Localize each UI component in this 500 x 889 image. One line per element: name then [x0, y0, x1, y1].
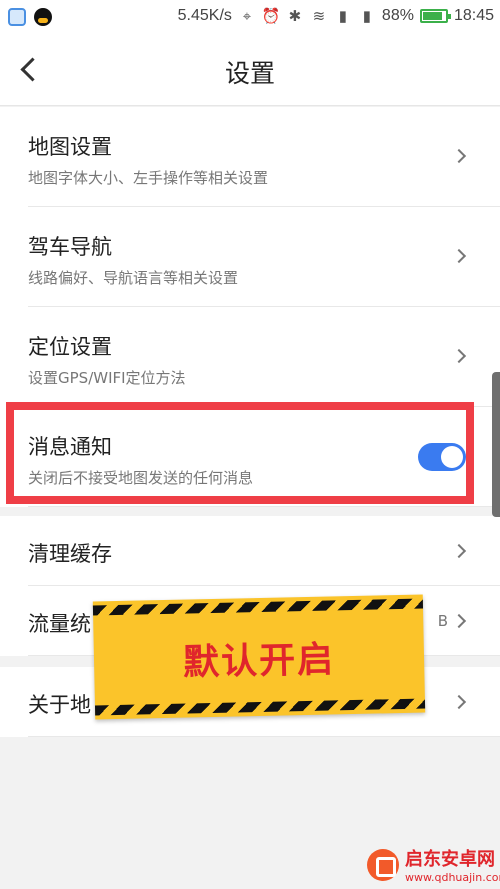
- settings-item-subtitle: 线路偏好、导航语言等相关设置: [28, 269, 239, 287]
- sticker-stripe-top: [92, 598, 424, 616]
- edge-handle[interactable]: [492, 372, 500, 517]
- chevron-right-icon: [451, 348, 467, 364]
- signal2-icon: ▮: [362, 8, 372, 25]
- status-left: [8, 8, 52, 26]
- qq-icon: [34, 8, 52, 26]
- bluetooth-icon: ✱: [288, 8, 302, 25]
- battery-icon: [419, 9, 451, 23]
- sticker-stripe-bottom: [94, 698, 426, 716]
- settings-item-subtitle: 设置GPS/WIFI定位方法: [28, 369, 186, 387]
- signal-icon: ▮: [338, 8, 348, 25]
- settings-item-title: 地图设置: [28, 135, 112, 159]
- settings-item-clear-cache[interactable]: 清理缓存: [28, 516, 500, 586]
- notification-toggle[interactable]: [418, 443, 466, 471]
- chevron-right-icon: [451, 543, 467, 559]
- app-notification-icon: [8, 8, 26, 26]
- settings-item-location[interactable]: 定位设置 设置GPS/WIFI定位方法: [28, 307, 500, 407]
- settings-item-map[interactable]: 地图设置 地图字体大小、左手操作等相关设置: [28, 107, 500, 207]
- network-speed: 5.45K/s: [177, 7, 232, 24]
- clock: 18:45: [453, 7, 494, 24]
- settings-item-subtitle: 关闭后不接受地图发送的任何消息: [28, 469, 254, 487]
- settings-item-title: 驾车导航: [28, 235, 112, 259]
- settings-item-title: 流量统: [28, 612, 91, 636]
- page-title: 设置: [224, 59, 275, 88]
- settings-item-notification: 消息通知 关闭后不接受地图发送的任何消息: [28, 407, 500, 507]
- watermark: 启东安卓网 www.qdhuajin.com: [367, 845, 500, 884]
- status-bar: 5.45K/s ⌖ ⏰ ✱ ≋ ▮ ▮ 88% 18:45: [0, 0, 500, 36]
- app-header: 设置: [0, 36, 500, 106]
- data-usage-value: B: [437, 612, 448, 630]
- settings-list: 地图设置 地图字体大小、左手操作等相关设置 驾车导航 线路偏好、导航语言等相关设…: [0, 107, 500, 507]
- annotation-sticker: 默认开启: [92, 594, 426, 720]
- settings-item-title: 消息通知: [28, 435, 112, 459]
- settings-item-title: 关于地: [28, 693, 91, 717]
- chevron-right-icon: [451, 148, 467, 164]
- watermark-text: 启东安卓网 www.qdhuajin.com: [405, 845, 500, 884]
- settings-item-title: 清理缓存: [28, 542, 112, 566]
- chevron-right-icon: [451, 248, 467, 264]
- watermark-title: 启东安卓网: [405, 849, 495, 870]
- chevron-right-icon: [451, 694, 467, 710]
- status-right: 5.45K/s ⌖ ⏰ ✱ ≋ ▮ ▮ 88% 18:45: [178, 7, 494, 25]
- settings-item-driving[interactable]: 驾车导航 线路偏好、导航语言等相关设置: [28, 207, 500, 307]
- chevron-right-icon: [451, 613, 467, 629]
- watermark-logo-icon: [367, 848, 399, 881]
- alarm-icon: ⏰: [261, 8, 281, 25]
- battery-percent: 88%: [381, 7, 414, 24]
- watermark-url: www.qdhuajin.com: [405, 871, 500, 884]
- wifi-icon: ≋: [312, 8, 326, 25]
- location-icon: ⌖: [242, 7, 252, 25]
- settings-item-subtitle: 地图字体大小、左手操作等相关设置: [28, 169, 269, 187]
- settings-item-title: 定位设置: [28, 335, 112, 359]
- sticker-text: 默认开启: [182, 639, 336, 684]
